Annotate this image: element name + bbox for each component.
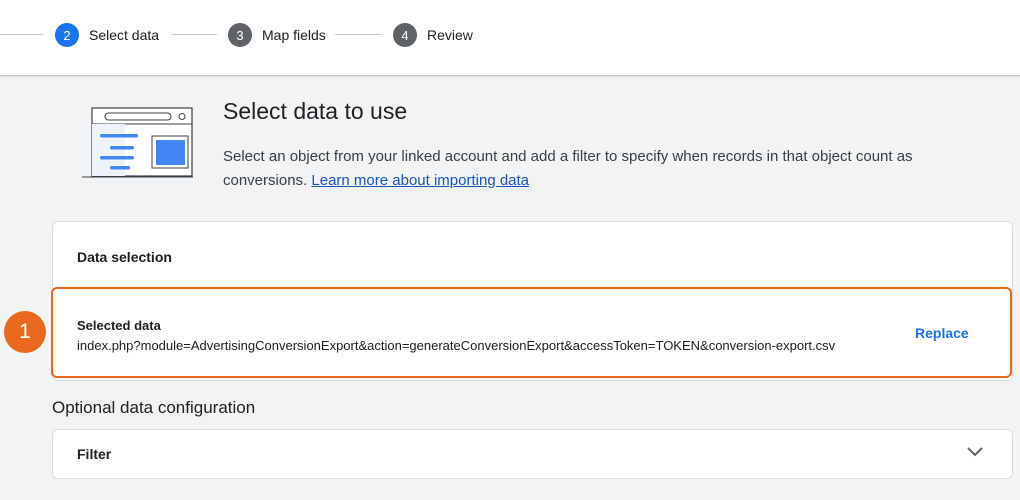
page-description: Select an object from your linked accoun… [223,145,993,193]
step-review[interactable]: 4 Review [393,23,473,47]
stepper-connector [0,34,43,35]
step-select-data[interactable]: 2 Select data [55,23,159,47]
filter-label: Filter [77,446,112,462]
step-number-badge: 4 [393,23,417,47]
callout-badge: 1 [4,311,46,353]
step-number-badge: 2 [55,23,79,47]
step-map-fields[interactable]: 3 Map fields [228,23,326,47]
selected-data-row: Selected data index.php?module=Advertisi… [51,287,1012,378]
data-selection-heading: Data selection [77,249,172,265]
learn-more-link[interactable]: Learn more about importing data [311,172,529,189]
step-label: Map fields [262,27,326,43]
step-number-badge: 3 [228,23,252,47]
stepper-header: 2 Select data 3 Map fields 4 Review [0,0,1020,76]
page-title: Select data to use [223,98,408,124]
step-label: Select data [89,27,160,43]
selected-data-title: Selected data [77,318,161,333]
replace-button[interactable]: Replace [915,325,969,341]
filter-expander[interactable]: Filter [52,429,1013,479]
stepper-connector [172,34,217,35]
stepper-connector [335,34,381,35]
optional-config-heading: Optional data configuration [52,398,256,417]
data-table-illustration-icon [82,107,193,178]
chevron-down-icon[interactable] [966,446,984,458]
selected-data-value: index.php?module=AdvertisingConversionEx… [77,338,836,353]
step-label: Review [427,27,473,43]
